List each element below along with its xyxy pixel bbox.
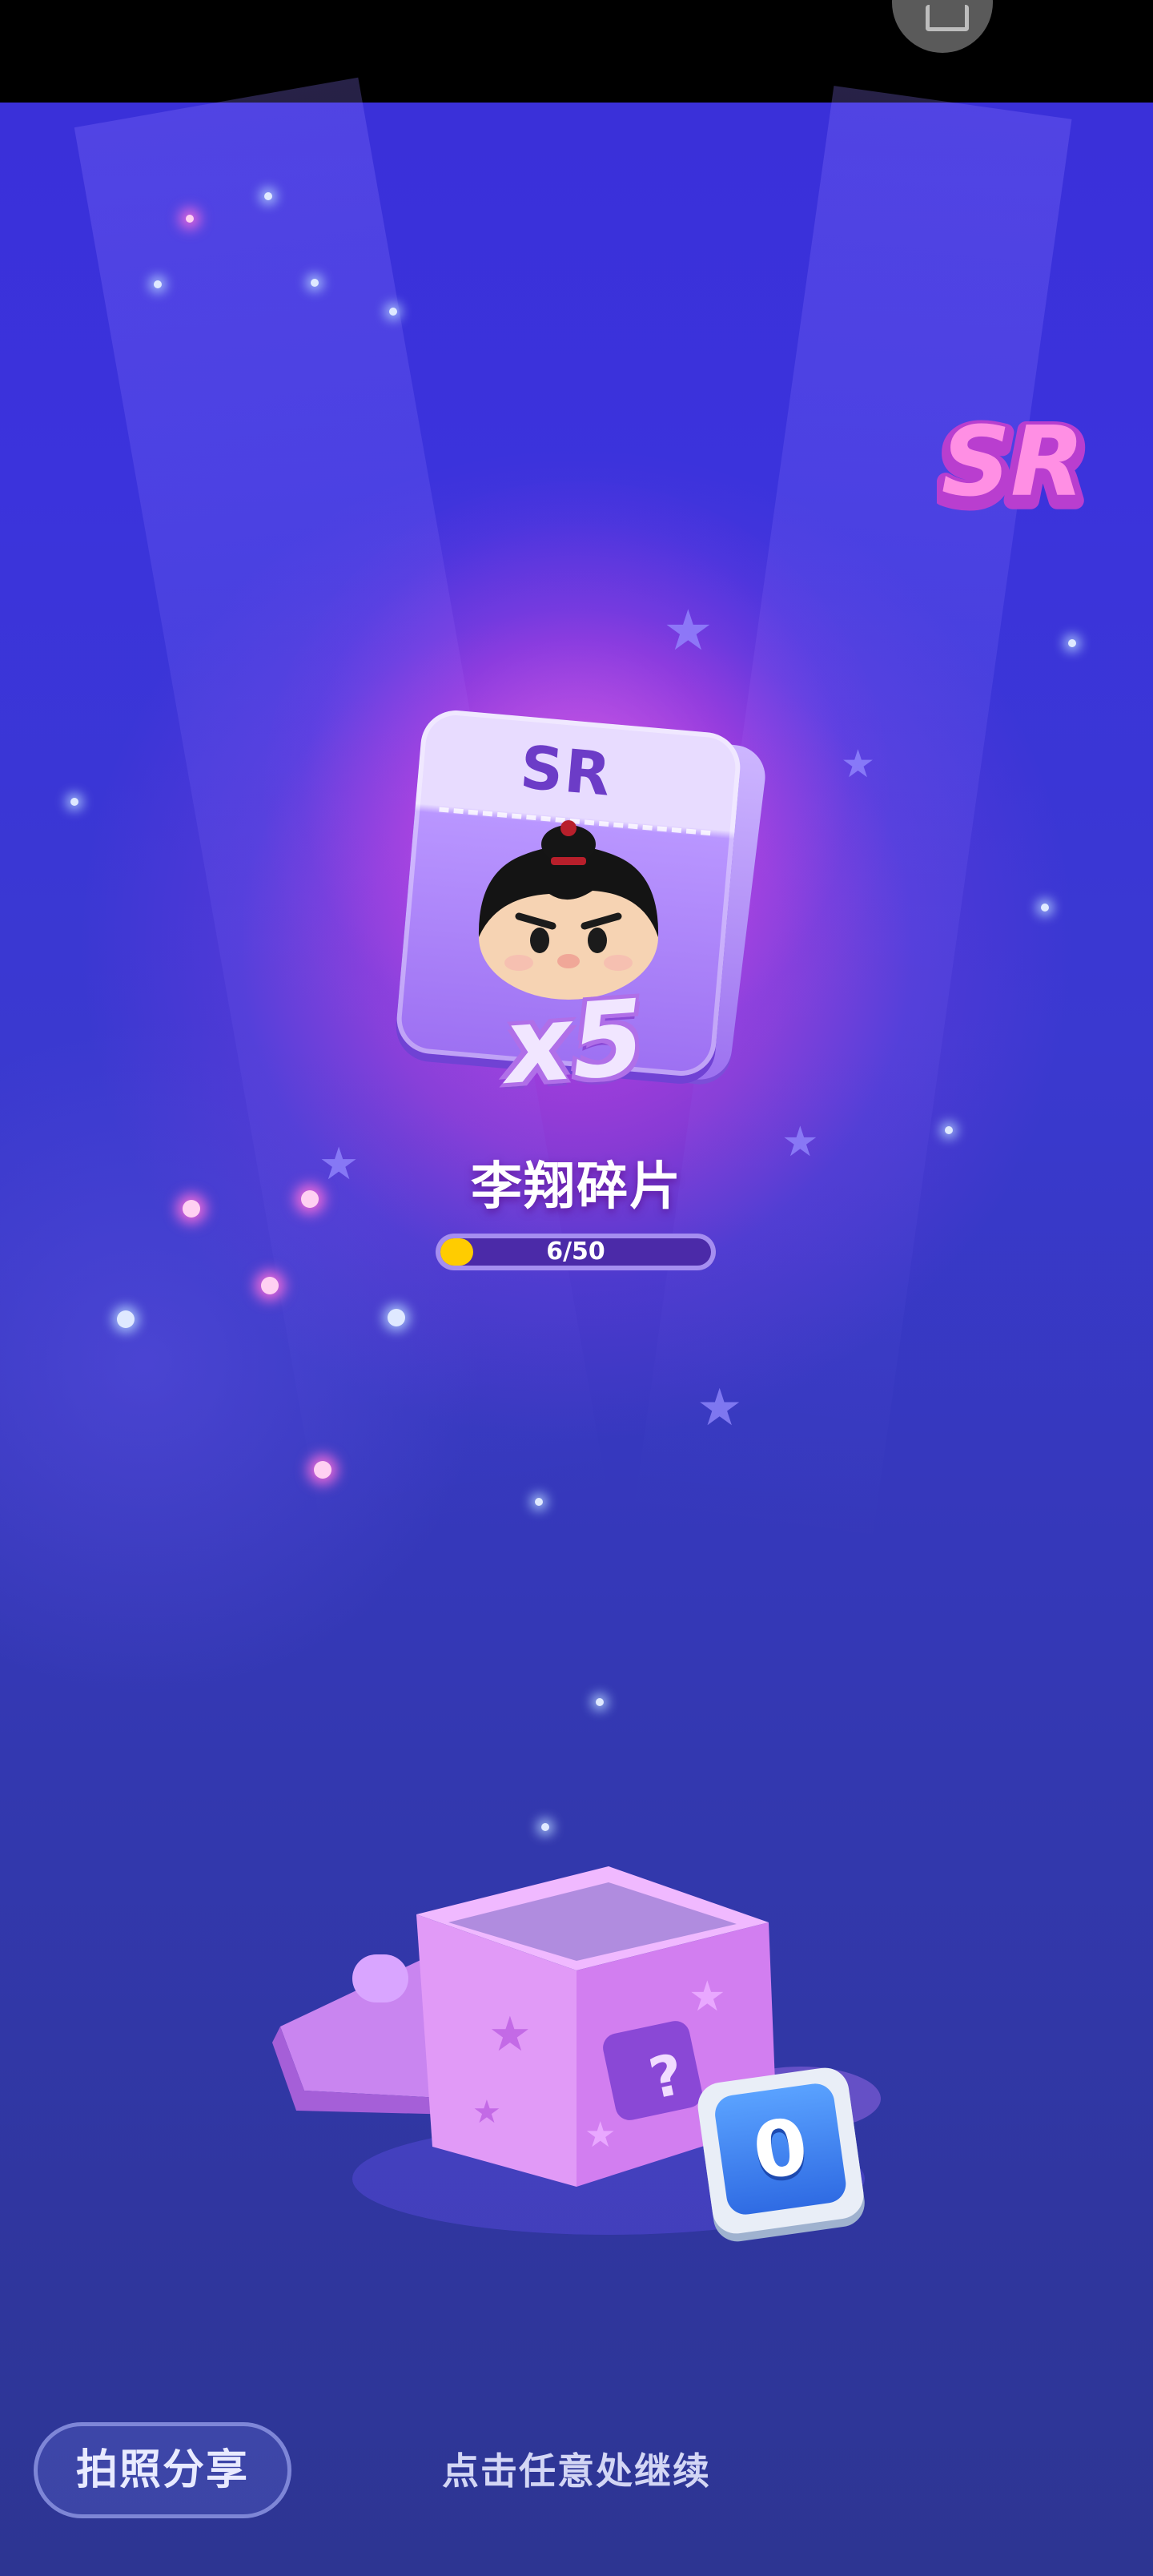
sparkle	[70, 798, 78, 806]
svg-text:★: ★	[488, 2006, 532, 2063]
sparkle	[186, 215, 194, 223]
sparkle	[388, 1309, 405, 1326]
sparkle	[541, 1823, 549, 1831]
sparkle	[314, 1461, 331, 1479]
reward-quantity: x5	[500, 976, 649, 1108]
draw-counter: 0	[713, 2081, 849, 2217]
sparkle	[596, 1698, 604, 1706]
sparkle	[1041, 904, 1049, 912]
sparkle	[535, 1498, 543, 1506]
card-rarity-label: SR	[517, 733, 615, 810]
reward-screen[interactable]: ★ ★ ★ ★ ★ SR SR SR x5 李翔碎片 6/50 ★ ★ ★ ★ …	[0, 0, 1153, 2576]
sr-badge-icon: SR SR	[937, 404, 1089, 533]
sparkle	[117, 1310, 135, 1328]
progress-text: 6/50	[546, 1238, 605, 1266]
shard-progress-bar: 6/50	[436, 1234, 716, 1270]
svg-text:★: ★	[472, 2094, 501, 2131]
share-photo-button[interactable]: 拍照分享	[34, 2422, 291, 2518]
draw-counter-badge: 0	[694, 2064, 867, 2237]
reward-card: SR x5	[394, 705, 785, 1108]
star-icon: ★	[841, 742, 876, 787]
sparkle	[261, 1277, 279, 1294]
star-icon: ★	[663, 598, 713, 663]
sparkle	[301, 1190, 319, 1208]
sparkle	[1068, 639, 1076, 647]
character-avatar-icon	[478, 820, 659, 1000]
star-icon: ★	[697, 1379, 743, 1438]
sparkle	[389, 308, 397, 316]
tap-to-continue-hint: 点击任意处继续	[442, 2449, 711, 2493]
sparkle	[183, 1200, 200, 1218]
sr-badge-text: SR	[942, 407, 1085, 518]
sparkle	[154, 280, 162, 288]
sparkle	[264, 192, 272, 200]
svg-text:★: ★	[689, 1973, 726, 2021]
screenshot-icon	[892, 0, 993, 53]
sparkle	[311, 279, 319, 287]
sparkle	[945, 1126, 953, 1134]
item-name: 李翔碎片	[471, 1157, 682, 1217]
svg-text:★: ★	[585, 2115, 616, 2155]
status-bar	[0, 0, 1153, 103]
